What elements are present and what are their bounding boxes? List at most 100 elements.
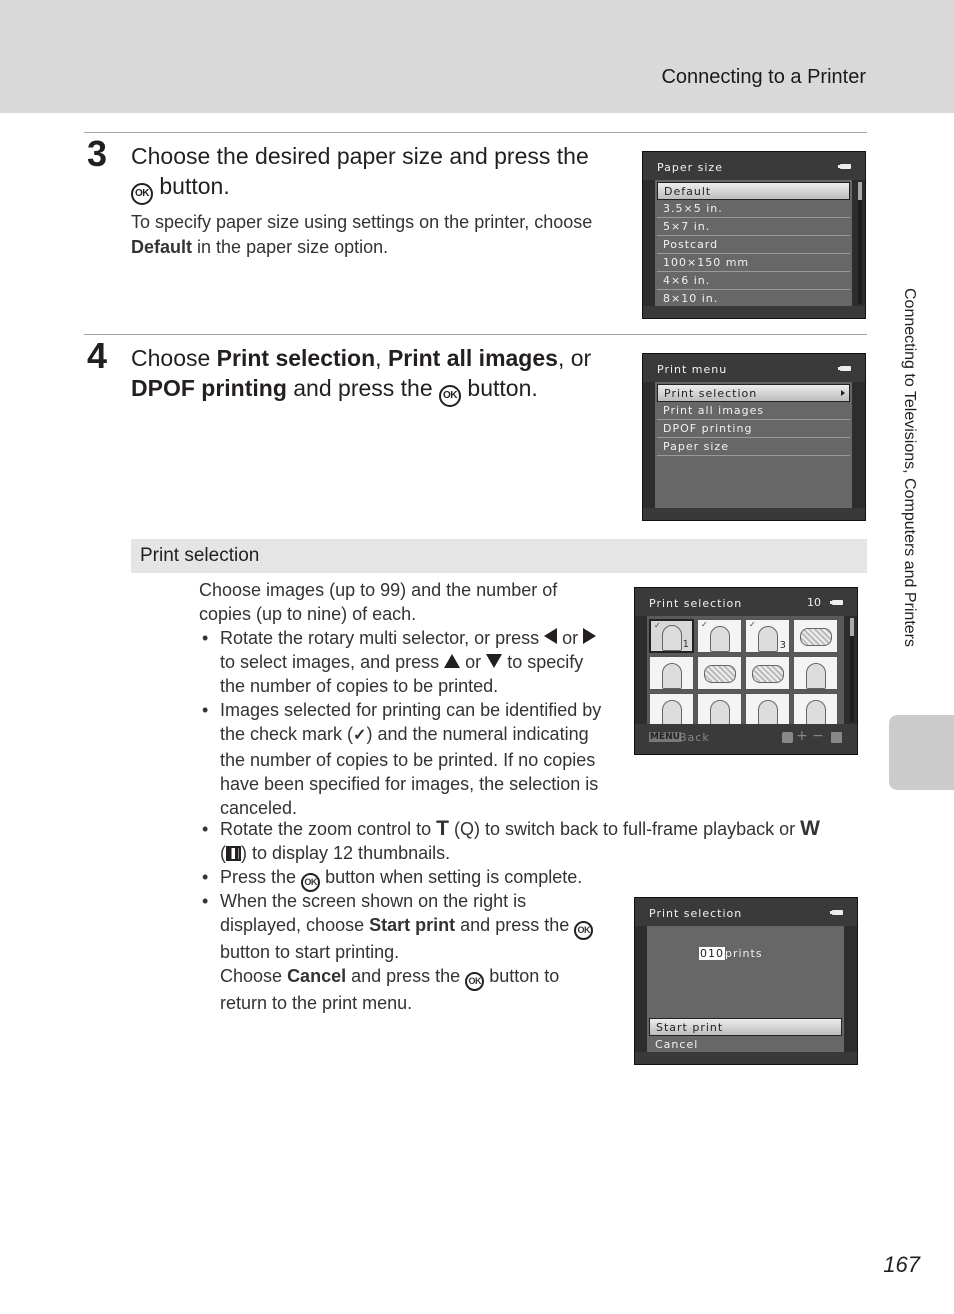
chapter-tab (889, 715, 954, 790)
battery-icon (830, 910, 843, 915)
divider (84, 132, 867, 133)
check-mark-icon: ✓ (353, 727, 367, 744)
left-arrow-icon (544, 628, 558, 644)
text: Rotate the rotary multi selector, or pre… (220, 628, 540, 648)
screen-footer (643, 306, 865, 318)
menu-item-postcard[interactable]: Postcard (657, 236, 850, 254)
thumbnail-family[interactable]: ✓ 3 (745, 619, 790, 653)
section-title: Connecting to a Printer (661, 66, 866, 88)
screen-titlebar: Paper size (643, 152, 865, 180)
menu-item-print-selection[interactable]: Print selection (657, 384, 850, 402)
menu-item-paper-size[interactable]: Paper size (657, 438, 850, 456)
thumbnail-grid: ✓ 1 ✓ ✓ 3 (649, 619, 838, 727)
start-print-option[interactable]: Start print (649, 1018, 842, 1036)
zoom-wide-icon: W (800, 817, 820, 840)
zoom-icon (831, 732, 842, 743)
menu-panel: Print selection Print all images DPOF pr… (655, 382, 852, 508)
text: button when setting is complete. (325, 867, 583, 887)
copies-count: 1 (682, 639, 689, 650)
scrollbar[interactable] (858, 182, 862, 304)
thumbnail-flowers[interactable] (793, 619, 838, 653)
menu-item-4x6[interactable]: 4×6 in. (657, 272, 850, 290)
body-text: in the paper size option. (197, 237, 389, 257)
title-text: , or (557, 345, 592, 371)
text: Press the (220, 867, 297, 887)
print-count: 010prints (699, 947, 763, 960)
menu-item-dpof-printing[interactable]: DPOF printing (657, 420, 850, 438)
title-text: Choose (131, 345, 211, 371)
screen-titlebar: Print menu (643, 354, 865, 382)
step-number: 4 (87, 335, 108, 376)
back-label: Back (679, 731, 710, 744)
portrait-image (661, 625, 682, 651)
title-text: , (375, 345, 382, 371)
thumbnail-portrait[interactable] (745, 693, 790, 727)
thumbnail-panel: ✓ 1 ✓ ✓ 3 (647, 616, 844, 727)
instruction-list: When the screen shown on the right is di… (199, 889, 609, 1015)
instruction-list: Rotate the zoom control to T (Q) to swit… (199, 817, 859, 892)
ok-button-icon: OK (131, 183, 153, 205)
menu-item-print-all-images[interactable]: Print all images (657, 402, 850, 420)
copies-controls: + − (796, 728, 824, 744)
text: ) to display 12 thumbnails. (241, 843, 451, 863)
up-arrow-icon (444, 654, 461, 668)
battery-icon (830, 600, 843, 605)
flowers-image (704, 665, 736, 683)
thumbnail-flowers[interactable] (745, 656, 790, 690)
text: Rotate the zoom control to (220, 819, 432, 839)
selected-count: 10 (807, 596, 821, 609)
thumbnail-mother-child[interactable] (793, 656, 838, 690)
thumbnail-family[interactable] (697, 693, 742, 727)
battery-icon (838, 164, 851, 169)
ok-button-icon: OK (465, 972, 485, 991)
thumbnail-flowers[interactable] (697, 656, 742, 690)
check-mark-icon: ✓ (654, 621, 661, 630)
bullet-item: Press the OK button when setting is comp… (199, 865, 859, 892)
screen-titlebar: Print selection 10 (635, 588, 857, 616)
text: or (562, 628, 579, 648)
zoom-tele-icon: T (436, 817, 449, 840)
title-text: button. (159, 173, 230, 199)
screen-title: Print selection (649, 597, 743, 610)
thumbnail-portrait[interactable] (649, 656, 694, 690)
text: button to start printing. (220, 942, 400, 962)
paper-size-screen: Paper size Default 3.5×5 in. 5×7 in. Pos… (642, 151, 866, 319)
thumbnail-mother-child[interactable]: ✓ (697, 619, 742, 653)
text: to select images, and press (220, 652, 440, 672)
title-text: and press the (293, 375, 433, 401)
section-heading: Print selection (140, 545, 260, 566)
ok-button-icon: OK (574, 921, 594, 940)
check-mark-icon: ✓ (701, 620, 708, 629)
print-selection-intro: Choose images (up to 99) and the number … (199, 580, 558, 624)
menu-item-100x150[interactable]: 100×150 mm (657, 254, 850, 272)
scroll-thumb[interactable] (850, 618, 854, 636)
scrollbar[interactable] (850, 618, 854, 722)
menu-item-3-5x5[interactable]: 3.5×5 in. (657, 200, 850, 218)
ok-button-icon: OK (439, 385, 462, 407)
battery-icon (838, 366, 851, 371)
scroll-thumb[interactable] (858, 182, 862, 200)
family-image (709, 700, 730, 726)
screen-footer (635, 1052, 857, 1064)
menu-item-default[interactable]: Default (657, 182, 850, 200)
menu-item-5x7[interactable]: 5×7 in. (657, 218, 850, 236)
thumbnail-grid-icon (226, 846, 241, 861)
thumbnail-portrait[interactable] (793, 693, 838, 727)
mother-child-image (709, 626, 730, 652)
print-count-value[interactable]: 010 (699, 947, 725, 960)
step-description: To specify paper size using settings on … (131, 210, 621, 260)
screen-titlebar: Print selection (635, 898, 857, 926)
down-arrow-icon (486, 654, 503, 668)
print-confirm-screen: Print selection 010prints Start print Ca… (634, 897, 858, 1065)
thumbnail-portrait[interactable]: ✓ 1 (649, 619, 694, 653)
right-arrow-icon (583, 628, 597, 644)
body-text: To specify paper size using settings on … (131, 212, 593, 232)
step-title: Choose the desired paper size and press … (131, 141, 621, 205)
playback-zoom-icon: Q (459, 819, 474, 839)
text: ) to switch back to full-frame playback … (474, 819, 796, 839)
section-heading-band: Print selection (131, 539, 867, 573)
portrait-image (805, 700, 826, 726)
title-text: button. (467, 375, 538, 401)
thumbnail-mother-child[interactable] (649, 693, 694, 727)
multi-selector-icon (782, 732, 793, 743)
